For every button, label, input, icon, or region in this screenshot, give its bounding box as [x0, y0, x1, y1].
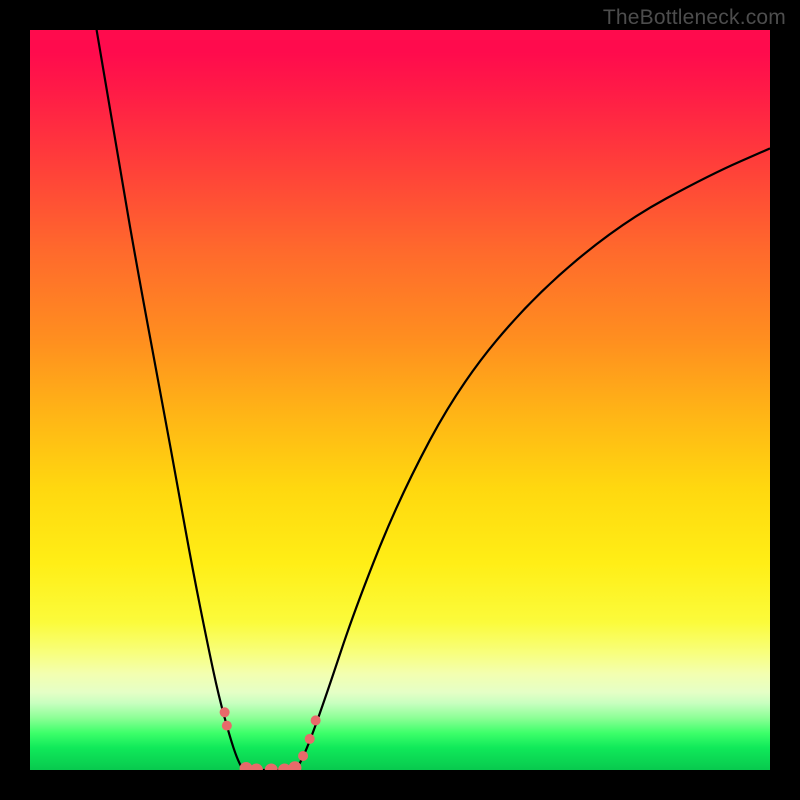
plot-area — [30, 30, 770, 770]
curve-marker — [220, 707, 230, 717]
curve-marker — [265, 764, 278, 771]
curve-marker — [298, 751, 308, 761]
curve-markers — [220, 707, 321, 770]
curve-marker — [222, 721, 232, 731]
curve-marker — [250, 764, 263, 771]
chart-frame: TheBottleneck.com — [0, 0, 800, 800]
credit-label: TheBottleneck.com — [603, 6, 786, 30]
curve-line — [97, 30, 770, 770]
curve-marker — [305, 734, 315, 744]
curve-marker — [311, 715, 321, 725]
curve-layer — [30, 30, 770, 770]
bottleneck-curve — [97, 30, 770, 770]
